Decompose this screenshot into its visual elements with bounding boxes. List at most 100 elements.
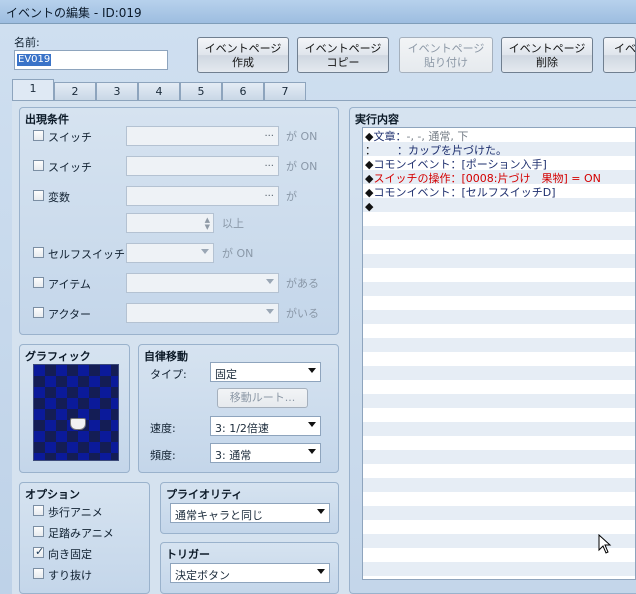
name-input-value: EV019	[17, 54, 52, 66]
chevron-down-icon	[308, 422, 316, 427]
variable-selector[interactable]: ...	[126, 186, 279, 206]
delete-page-button[interactable]: イベントページ 削除	[501, 37, 593, 73]
speed-dropdown[interactable]: 3: 1/2倍速	[210, 416, 321, 436]
variable-value-spinner[interactable]: ▲ ▼	[126, 213, 214, 233]
options-title: オプション	[25, 488, 80, 501]
type-value: 固定	[215, 368, 237, 381]
window-title: イベントの編集 - ID:019	[6, 6, 142, 20]
command-line[interactable]: ◆コモンイベント：[ポーション入手]	[365, 158, 547, 172]
switch2-selector[interactable]: ...	[126, 156, 279, 176]
name-label: 名前:	[14, 36, 40, 49]
contents-title: 実行内容	[355, 113, 399, 126]
item-suffix: がある	[286, 277, 319, 290]
self-switch-checkbox[interactable]	[33, 247, 44, 258]
paste-page-button[interactable]: イベントページ 貼り付け	[399, 37, 493, 73]
chevron-down-icon	[308, 368, 316, 373]
variable-ellipsis: ...	[264, 188, 274, 199]
switch2-checkbox[interactable]	[33, 160, 44, 171]
priority-value: 通常キャラと同じ	[175, 509, 263, 522]
check-icon: ✓	[35, 545, 45, 558]
command-label: ：	[376, 144, 408, 157]
command-marker: ：	[365, 144, 376, 157]
frequency-dropdown[interactable]: 3: 通常	[210, 443, 321, 463]
command-label: 文章：	[373, 130, 407, 143]
chevron-down-icon	[266, 279, 274, 284]
conditions-title: 出現条件	[25, 113, 69, 126]
clear-page-button[interactable]: イベ	[603, 37, 636, 73]
walking-anime-checkbox[interactable]	[33, 505, 44, 516]
switch2-label: スイッチ	[48, 161, 92, 174]
command-marker: ◆	[365, 200, 374, 213]
chevron-down-icon	[308, 449, 316, 454]
command-line[interactable]: ◆スイッチの操作：[0008:片づけ 果物] = ON	[365, 172, 601, 186]
item-checkbox[interactable]	[33, 277, 44, 288]
autonomous-title: 自律移動	[144, 350, 188, 363]
command-label: コモンイベント：	[373, 186, 462, 199]
trigger-dropdown[interactable]: 決定ボタン	[170, 563, 330, 583]
switch2-suffix: が ON	[286, 160, 318, 173]
mouse-pointer-icon	[598, 534, 612, 554]
create-page-button[interactable]: イベントページ 作成	[197, 37, 289, 73]
tab-3[interactable]: 3	[96, 82, 138, 100]
self-switch-suffix: が ON	[222, 247, 254, 260]
graphic-title: グラフィック	[25, 350, 91, 363]
command-label: コモンイベント：	[373, 158, 462, 171]
priority-dropdown[interactable]: 通常キャラと同じ	[170, 503, 330, 523]
actor-checkbox[interactable]	[33, 307, 44, 318]
command-line[interactable]: ： ：カップを片づけた。	[365, 144, 507, 158]
command-text: カップを片づけた。	[407, 144, 507, 157]
tab-1[interactable]: 1	[12, 79, 54, 101]
graphic-preview[interactable]	[33, 364, 119, 461]
command-line[interactable]: ◆コモンイベント：[セルフスイッチD]	[365, 186, 556, 200]
command-line[interactable]: ◆	[365, 200, 373, 214]
through-checkbox[interactable]	[33, 568, 44, 579]
chevron-down-icon	[317, 509, 325, 514]
direction-fix-label: 向き固定	[48, 548, 92, 561]
chevron-down-icon	[266, 309, 274, 314]
actor-suffix: がいる	[286, 307, 319, 320]
command-text: [ポーション入手]	[461, 158, 547, 171]
switch1-selector[interactable]: ...	[126, 126, 279, 146]
copy-page-button[interactable]: イベントページ コピー	[297, 37, 389, 73]
variable-suffix: が	[286, 190, 297, 203]
self-switch-label: セルフスイッチ	[48, 248, 125, 261]
spin-down-icon[interactable]: ▼	[205, 223, 210, 231]
command-text: [0008:片づけ 果物] = ON	[461, 172, 601, 185]
type-dropdown[interactable]: 固定	[210, 362, 321, 382]
trigger-title: トリガー	[166, 548, 210, 561]
variable-checkbox[interactable]	[33, 190, 44, 201]
switch2-ellipsis: ...	[264, 158, 274, 169]
command-line[interactable]: ◆文章：-, -, 通常, 下	[365, 130, 468, 144]
switch1-suffix: が ON	[286, 130, 318, 143]
move-route-button[interactable]: 移動ルート...	[217, 388, 308, 408]
tab-7[interactable]: 7	[264, 82, 306, 100]
tab-5[interactable]: 5	[180, 82, 222, 100]
through-label: すり抜け	[48, 569, 92, 582]
command-list[interactable]: ◆文章：-, -, 通常, 下 ： ：カップを片づけた。 ◆コモンイベント：[ポ…	[362, 127, 636, 580]
speed-label: 速度:	[150, 422, 176, 435]
actor-dropdown[interactable]	[126, 303, 279, 323]
chevron-down-icon	[317, 569, 325, 574]
tab-6[interactable]: 6	[222, 82, 264, 100]
direction-fix-checkbox[interactable]: ✓	[33, 545, 45, 558]
walking-anime-label: 歩行アニメ	[48, 506, 103, 519]
name-input[interactable]: EV019	[14, 50, 168, 70]
switch1-ellipsis: ...	[264, 128, 274, 139]
window-title-bar: イベントの編集 - ID:019	[0, 0, 636, 24]
priority-title: プライオリティ	[166, 488, 243, 501]
tab-2[interactable]: 2	[54, 82, 96, 100]
speed-value: 3: 1/2倍速	[215, 422, 269, 435]
trigger-value: 決定ボタン	[175, 569, 230, 582]
variable-label: 変数	[48, 191, 70, 204]
type-label: タイプ:	[150, 368, 187, 381]
cup-sprite-icon	[70, 418, 86, 430]
item-dropdown[interactable]	[126, 273, 279, 293]
command-text: -, -, 通常, 下	[406, 130, 469, 143]
command-text: [セルフスイッチD]	[461, 186, 556, 199]
actor-label: アクター	[48, 308, 92, 321]
self-switch-dropdown[interactable]	[126, 243, 214, 263]
stepping-anime-checkbox[interactable]	[33, 526, 44, 537]
variable-spin-suffix: 以上	[222, 217, 244, 230]
switch1-checkbox[interactable]	[33, 130, 44, 141]
tab-4[interactable]: 4	[138, 82, 180, 100]
